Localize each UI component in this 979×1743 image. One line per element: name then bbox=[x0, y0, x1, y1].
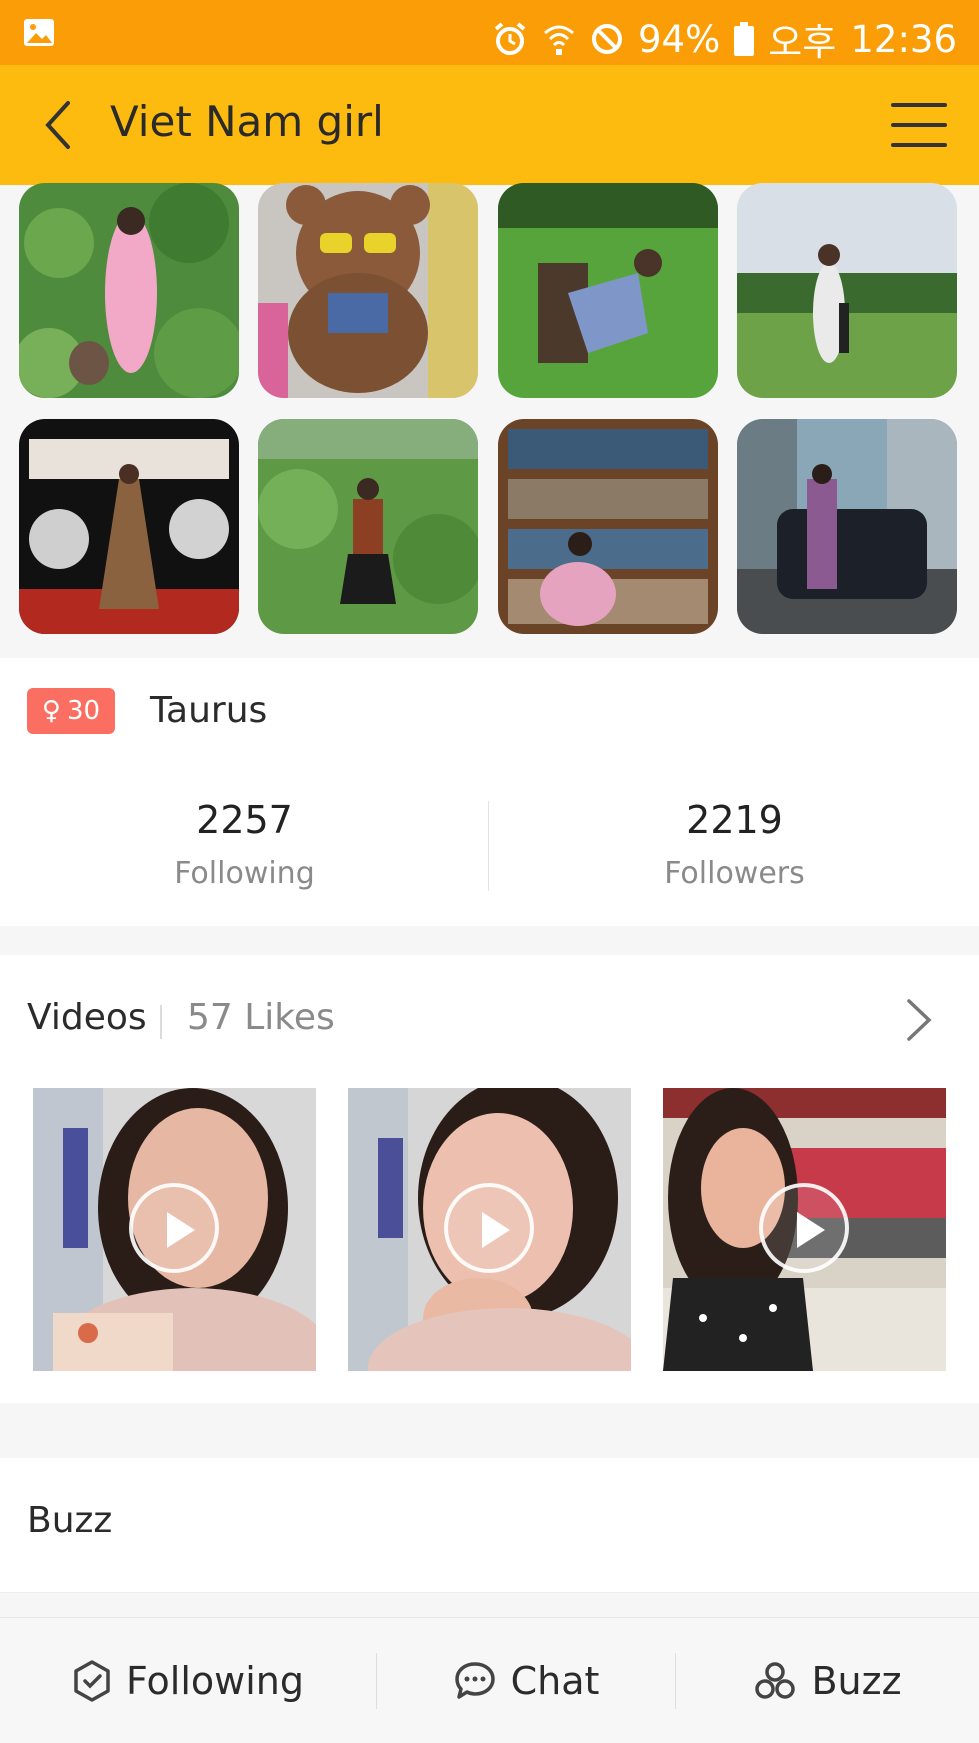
chat-bubble-icon bbox=[454, 1661, 495, 1699]
following-count: 2257 bbox=[196, 798, 293, 842]
shield-check-icon bbox=[74, 1659, 110, 1702]
divider bbox=[160, 1005, 162, 1039]
tab-chat-label: Chat bbox=[510, 1658, 600, 1703]
photo-thumbnail[interactable] bbox=[498, 183, 718, 398]
chevron-right-icon[interactable] bbox=[899, 995, 939, 1045]
tab-buzz[interactable]: Buzz bbox=[676, 1618, 979, 1743]
photo-thumbnail[interactable] bbox=[498, 419, 718, 634]
battery-percent: 94% bbox=[638, 17, 721, 61]
buzz-section: Buzz bbox=[0, 1458, 979, 1593]
do-not-disturb-icon bbox=[592, 24, 623, 54]
battery-icon bbox=[734, 22, 755, 56]
wifi-icon bbox=[544, 25, 574, 55]
followers-stat[interactable]: 2219 Followers bbox=[490, 798, 979, 891]
video-thumbnail[interactable] bbox=[348, 1088, 631, 1371]
status-bar: 94% 오후 12:36 bbox=[0, 0, 979, 65]
stat-divider bbox=[488, 801, 489, 891]
buzz-title[interactable]: Buzz bbox=[27, 1500, 112, 1541]
alarm-icon bbox=[494, 22, 526, 55]
photo-thumbnail[interactable] bbox=[19, 183, 239, 398]
videos-likes: 57 Likes bbox=[187, 997, 335, 1038]
play-icon[interactable] bbox=[759, 1183, 849, 1273]
followers-label: Followers bbox=[664, 856, 805, 891]
following-label: Following bbox=[174, 856, 315, 891]
back-arrow-icon[interactable] bbox=[30, 93, 94, 157]
tab-following-label: Following bbox=[126, 1658, 304, 1703]
photo-thumbnail[interactable] bbox=[737, 183, 957, 398]
photo-thumbnail[interactable] bbox=[19, 419, 239, 634]
zodiac-sign: Taurus bbox=[150, 690, 268, 731]
age-value: 30 bbox=[66, 696, 101, 726]
app-bar: Viet Nam girl bbox=[0, 65, 979, 185]
photo-thumbnail[interactable] bbox=[737, 419, 957, 634]
play-icon[interactable] bbox=[444, 1183, 534, 1273]
followers-count: 2219 bbox=[686, 798, 783, 842]
profile-info-card: ♀ 30 Taurus 2257 Following 2219 Follower… bbox=[0, 658, 979, 926]
play-icon[interactable] bbox=[129, 1183, 219, 1273]
photo-thumbnail[interactable] bbox=[258, 183, 478, 398]
video-thumbnail[interactable] bbox=[663, 1088, 946, 1371]
tab-following[interactable]: Following bbox=[0, 1618, 376, 1743]
photo-thumbnail[interactable] bbox=[258, 419, 478, 634]
female-icon: ♀ bbox=[41, 696, 61, 726]
bottom-action-bar: Following Chat Buzz bbox=[0, 1617, 979, 1743]
hamburger-menu-icon[interactable] bbox=[887, 95, 951, 155]
videos-title[interactable]: Videos bbox=[27, 997, 147, 1038]
clock-time: 12:36 bbox=[850, 17, 957, 61]
gallery-icon bbox=[24, 19, 54, 46]
following-stat[interactable]: 2257 Following bbox=[0, 798, 489, 891]
clock-period: 오후 bbox=[768, 21, 837, 64]
buzz-circles-icon bbox=[755, 1661, 796, 1699]
tab-chat[interactable]: Chat bbox=[377, 1618, 675, 1743]
tab-buzz-label: Buzz bbox=[811, 1658, 902, 1703]
videos-section: Videos 57 Likes bbox=[0, 955, 979, 1403]
photo-grid bbox=[0, 183, 979, 657]
page-title: Viet Nam girl bbox=[110, 97, 384, 146]
video-thumbnail[interactable] bbox=[33, 1088, 316, 1371]
gender-age-badge: ♀ 30 bbox=[27, 688, 115, 734]
